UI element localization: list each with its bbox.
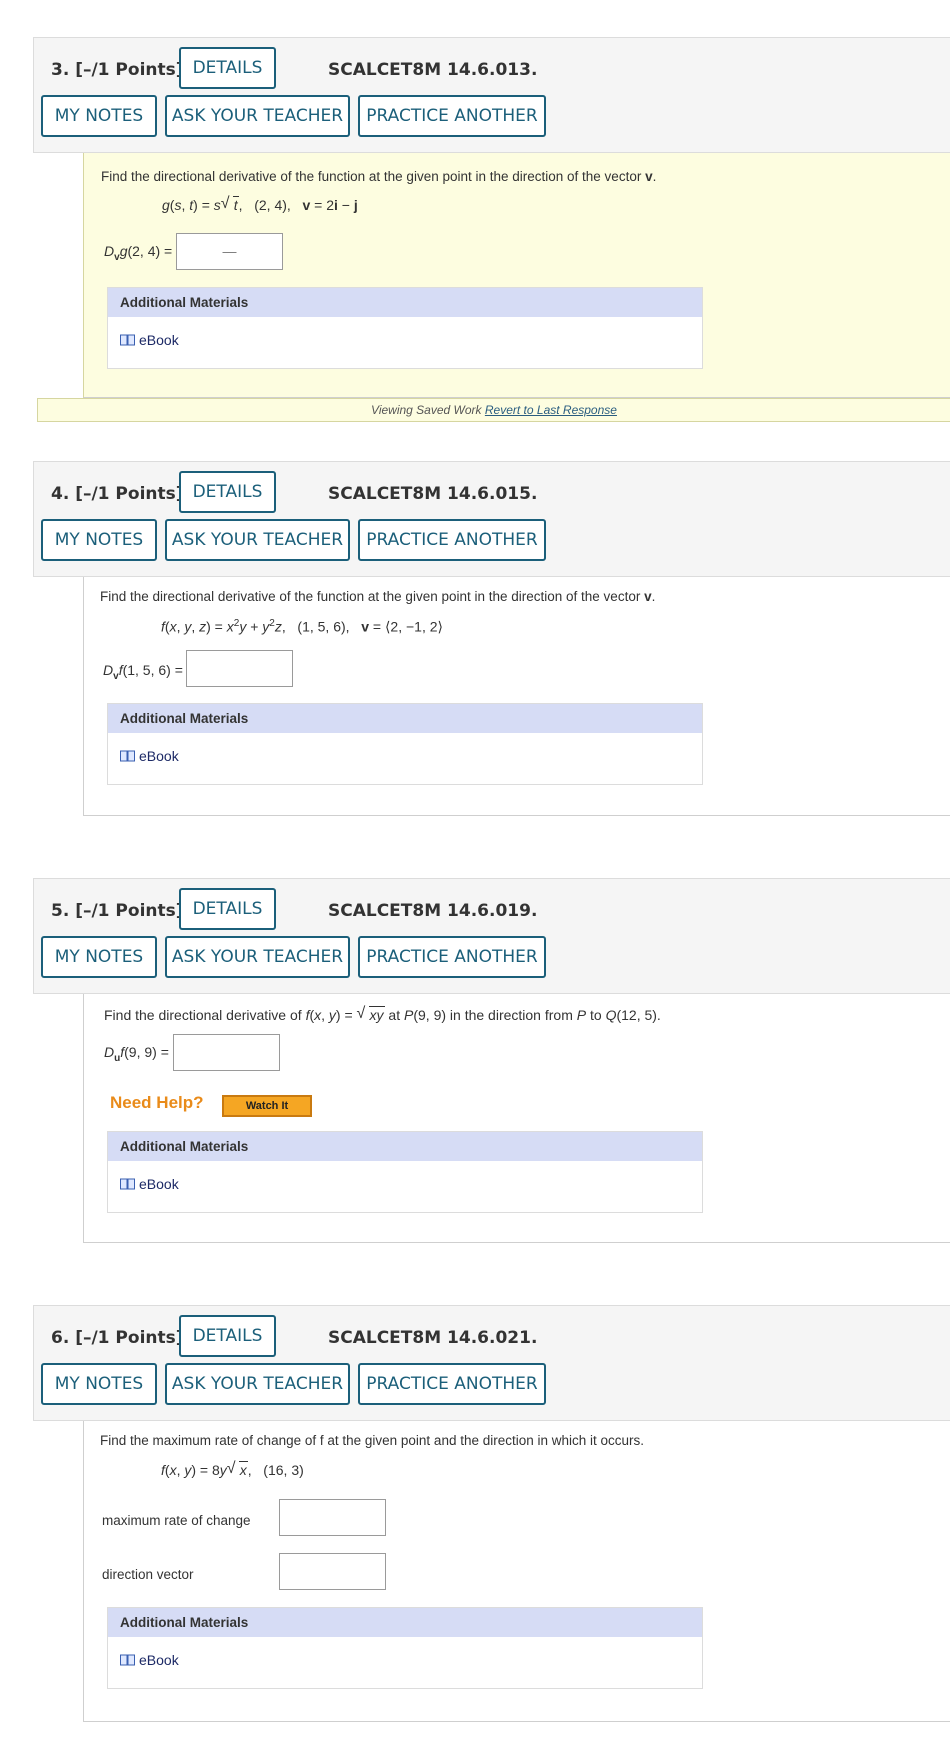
direction-vector-input[interactable]	[279, 1553, 386, 1590]
practice-another-button[interactable]: PRACTICE ANOTHER	[358, 519, 546, 561]
question-code: SCALCET8M 14.6.015.	[328, 484, 538, 504]
question-4-header: 4. [–/1 Points] DETAILS SCALCET8M 14.6.0…	[33, 461, 950, 577]
function-expression: f(x, y, z) = x2y + y2z, (1, 5, 6), v = ⟨…	[161, 618, 443, 635]
direction-vector-label: direction vector	[102, 1567, 194, 1582]
question-prompt: Find the directional derivative of the f…	[101, 169, 657, 184]
question-prompt: Find the directional derivative of the f…	[100, 589, 656, 604]
my-notes-button[interactable]: MY NOTES	[41, 1363, 157, 1405]
practice-another-button[interactable]: PRACTICE ANOTHER	[358, 1363, 546, 1405]
question-title: 5. [–/1 Points]	[51, 901, 184, 921]
question-prompt: Find the directional derivative of f(x, …	[104, 1005, 661, 1023]
question-5-header: 5. [–/1 Points] DETAILS SCALCET8M 14.6.0…	[33, 878, 950, 994]
saved-work-bar: Viewing Saved Work Revert to Last Respon…	[37, 398, 950, 422]
ask-teacher-button[interactable]: ASK YOUR TEACHER	[165, 1363, 350, 1405]
question-5-body: Find the directional derivative of f(x, …	[83, 994, 950, 1243]
details-button[interactable]: DETAILS	[179, 1315, 276, 1357]
my-notes-button[interactable]: MY NOTES	[41, 519, 157, 561]
ebook-link[interactable]: eBook	[120, 332, 179, 348]
ebook-link[interactable]: eBook	[120, 1176, 179, 1192]
ask-teacher-button[interactable]: ASK YOUR TEACHER	[165, 519, 350, 561]
ebook-link[interactable]: eBook	[120, 748, 179, 764]
book-icon	[120, 1654, 135, 1666]
ask-teacher-button[interactable]: ASK YOUR TEACHER	[165, 936, 350, 978]
max-rate-input[interactable]	[279, 1499, 386, 1536]
additional-materials-heading: Additional Materials	[108, 1608, 702, 1637]
book-icon	[120, 750, 135, 762]
practice-another-button[interactable]: PRACTICE ANOTHER	[358, 95, 546, 137]
additional-materials-heading: Additional Materials	[108, 704, 702, 733]
book-icon	[120, 334, 135, 346]
question-title: 3. [–/1 Points]	[51, 60, 184, 80]
additional-materials: Additional Materials eBook	[107, 1607, 703, 1689]
question-code: SCALCET8M 14.6.021.	[328, 1328, 538, 1348]
answer-input[interactable]: —	[176, 233, 283, 270]
watch-it-button[interactable]: Watch It	[222, 1095, 312, 1117]
question-4-body: Find the directional derivative of the f…	[83, 577, 950, 816]
my-notes-button[interactable]: MY NOTES	[41, 95, 157, 137]
question-prompt: Find the maximum rate of change of f at …	[100, 1433, 645, 1448]
function-expression: f(x, y) = 8y √ x, (16, 3)	[161, 1460, 304, 1478]
question-3-header: 3. [–/1 Points] DETAILS SCALCET8M 14.6.0…	[33, 37, 950, 153]
question-3-body: Find the directional derivative of the f…	[83, 153, 950, 398]
book-icon	[120, 1178, 135, 1190]
question-title: 4. [–/1 Points]	[51, 484, 184, 504]
function-expression: g(s, t) = s √ t, (2, 4), v = 2i − j	[162, 195, 358, 213]
question-6-body: Find the maximum rate of change of f at …	[83, 1421, 950, 1722]
answer-label: Dvf(1, 5, 6) =	[103, 662, 183, 682]
ask-teacher-button[interactable]: ASK YOUR TEACHER	[165, 95, 350, 137]
ebook-link[interactable]: eBook	[120, 1652, 179, 1668]
question-code: SCALCET8M 14.6.019.	[328, 901, 538, 921]
details-button[interactable]: DETAILS	[179, 471, 276, 513]
need-help-label: Need Help?	[110, 1093, 204, 1112]
additional-materials: Additional Materials eBook	[107, 1131, 703, 1213]
details-button[interactable]: DETAILS	[179, 888, 276, 930]
max-rate-label: maximum rate of change	[102, 1513, 251, 1528]
additional-materials-heading: Additional Materials	[108, 1132, 702, 1161]
revert-link[interactable]: Revert to Last Response	[485, 403, 617, 417]
additional-materials: Additional Materials eBook	[107, 703, 703, 785]
question-code: SCALCET8M 14.6.013.	[328, 60, 538, 80]
answer-label: Dvg(2, 4) =	[104, 243, 173, 263]
practice-another-button[interactable]: PRACTICE ANOTHER	[358, 936, 546, 978]
my-notes-button[interactable]: MY NOTES	[41, 936, 157, 978]
details-button[interactable]: DETAILS	[179, 47, 276, 89]
answer-label: Duf(9, 9) =	[104, 1044, 169, 1064]
question-title: 6. [–/1 Points]	[51, 1328, 184, 1348]
answer-input[interactable]	[186, 650, 293, 687]
additional-materials-heading: Additional Materials	[108, 288, 702, 317]
answer-input[interactable]	[173, 1034, 280, 1071]
question-6-header: 6. [–/1 Points] DETAILS SCALCET8M 14.6.0…	[33, 1305, 950, 1421]
additional-materials: Additional Materials eBook	[107, 287, 703, 369]
